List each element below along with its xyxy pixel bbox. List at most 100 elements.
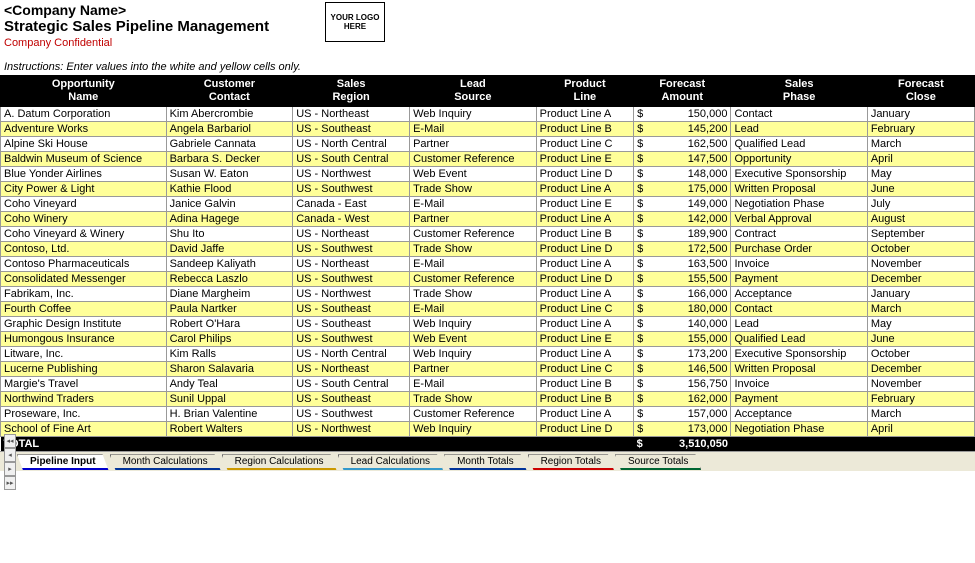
- cell[interactable]: Product Line A: [536, 257, 633, 272]
- cell[interactable]: Web Event: [410, 332, 537, 347]
- tab-nav-button[interactable]: ◂: [4, 448, 16, 462]
- table-row[interactable]: Consolidated MessengerRebecca LaszloUS -…: [1, 272, 975, 287]
- column-header[interactable]: ForecastAmount: [634, 76, 731, 107]
- sheet-tab[interactable]: Lead Calculations: [338, 454, 444, 470]
- cell[interactable]: Adina Hagege: [166, 212, 293, 227]
- table-row[interactable]: City Power & LightKathie FloodUS - South…: [1, 182, 975, 197]
- cell[interactable]: Payment: [731, 272, 867, 287]
- cell[interactable]: Customer Reference: [410, 227, 537, 242]
- table-row[interactable]: Baldwin Museum of ScienceBarbara S. Deck…: [1, 152, 975, 167]
- cell[interactable]: $180,000: [634, 302, 731, 317]
- table-row[interactable]: Lucerne PublishingSharon SalavariaUS - N…: [1, 362, 975, 377]
- cell[interactable]: US - Southeast: [293, 302, 410, 317]
- cell[interactable]: $148,000: [634, 167, 731, 182]
- cell[interactable]: Verbal Approval: [731, 212, 867, 227]
- cell[interactable]: May: [867, 317, 974, 332]
- cell[interactable]: Canada - East: [293, 197, 410, 212]
- cell[interactable]: H. Brian Valentine: [166, 407, 293, 422]
- cell[interactable]: $173,200: [634, 347, 731, 362]
- cell[interactable]: September: [867, 227, 974, 242]
- cell[interactable]: Graphic Design Institute: [1, 317, 167, 332]
- table-row[interactable]: Coho VineyardJanice GalvinCanada - EastE…: [1, 197, 975, 212]
- cell[interactable]: Paula Nartker: [166, 302, 293, 317]
- cell[interactable]: June: [867, 332, 974, 347]
- cell[interactable]: US - Southwest: [293, 182, 410, 197]
- cell[interactable]: December: [867, 272, 974, 287]
- table-row[interactable]: Alpine Ski HouseGabriele CannataUS - Nor…: [1, 137, 975, 152]
- cell[interactable]: November: [867, 377, 974, 392]
- cell[interactable]: US - Northwest: [293, 167, 410, 182]
- cell[interactable]: US - Southeast: [293, 317, 410, 332]
- cell[interactable]: Product Line A: [536, 212, 633, 227]
- table-row[interactable]: Fabrikam, Inc.Diane MargheimUS - Northwe…: [1, 287, 975, 302]
- cell[interactable]: Negotiation Phase: [731, 422, 867, 437]
- sheet-tab[interactable]: Source Totals: [615, 454, 701, 470]
- cell[interactable]: A. Datum Corporation: [1, 107, 167, 122]
- cell[interactable]: Product Line B: [536, 122, 633, 137]
- table-row[interactable]: Contoso PharmaceuticalsSandeep KaliyathU…: [1, 257, 975, 272]
- cell[interactable]: $163,500: [634, 257, 731, 272]
- cell[interactable]: March: [867, 407, 974, 422]
- table-row[interactable]: Coho WineryAdina HagegeCanada - WestPart…: [1, 212, 975, 227]
- cell[interactable]: Product Line A: [536, 287, 633, 302]
- cell[interactable]: Diane Margheim: [166, 287, 293, 302]
- cell[interactable]: Web Inquiry: [410, 347, 537, 362]
- table-row[interactable]: Graphic Design InstituteRobert O'HaraUS …: [1, 317, 975, 332]
- cell[interactable]: US - Northeast: [293, 227, 410, 242]
- cell[interactable]: Coho Winery: [1, 212, 167, 227]
- cell[interactable]: Product Line E: [536, 152, 633, 167]
- tab-nav-button[interactable]: ▸: [4, 462, 16, 476]
- tab-nav-button[interactable]: ▸▸: [4, 476, 16, 490]
- cell[interactable]: Gabriele Cannata: [166, 137, 293, 152]
- cell[interactable]: Trade Show: [410, 392, 537, 407]
- table-row[interactable]: A. Datum CorporationKim AbercrombieUS - …: [1, 107, 975, 122]
- cell[interactable]: US - Southwest: [293, 272, 410, 287]
- cell[interactable]: Qualified Lead: [731, 137, 867, 152]
- cell[interactable]: Alpine Ski House: [1, 137, 167, 152]
- cell[interactable]: US - Northeast: [293, 257, 410, 272]
- cell[interactable]: Acceptance: [731, 407, 867, 422]
- cell[interactable]: US - Southwest: [293, 332, 410, 347]
- table-row[interactable]: Blue Yonder AirlinesSusan W. EatonUS - N…: [1, 167, 975, 182]
- cell[interactable]: Contoso, Ltd.: [1, 242, 167, 257]
- sheet-tab[interactable]: Month Totals: [444, 454, 527, 470]
- table-row[interactable]: Adventure WorksAngela BarbariolUS - Sout…: [1, 122, 975, 137]
- cell[interactable]: Partner: [410, 212, 537, 227]
- cell[interactable]: $162,500: [634, 137, 731, 152]
- cell[interactable]: Product Line D: [536, 242, 633, 257]
- cell[interactable]: Web Inquiry: [410, 107, 537, 122]
- cell[interactable]: Robert Walters: [166, 422, 293, 437]
- cell[interactable]: Lead: [731, 122, 867, 137]
- cell[interactable]: Product Line B: [536, 377, 633, 392]
- cell[interactable]: US - North Central: [293, 347, 410, 362]
- cell[interactable]: Lead: [731, 317, 867, 332]
- column-header[interactable]: SalesRegion: [293, 76, 410, 107]
- cell[interactable]: US - Northeast: [293, 362, 410, 377]
- cell[interactable]: July: [867, 197, 974, 212]
- cell[interactable]: Web Event: [410, 167, 537, 182]
- cell[interactable]: Sandeep Kaliyath: [166, 257, 293, 272]
- cell[interactable]: Fourth Coffee: [1, 302, 167, 317]
- cell[interactable]: Contract: [731, 227, 867, 242]
- cell[interactable]: February: [867, 392, 974, 407]
- cell[interactable]: US - Southwest: [293, 242, 410, 257]
- cell[interactable]: US - Northwest: [293, 422, 410, 437]
- cell[interactable]: October: [867, 242, 974, 257]
- cell[interactable]: Contoso Pharmaceuticals: [1, 257, 167, 272]
- cell[interactable]: Product Line E: [536, 197, 633, 212]
- sheet-tab[interactable]: Pipeline Input: [17, 454, 109, 470]
- table-row[interactable]: Litware, Inc.Kim RallsUS - North Central…: [1, 347, 975, 362]
- cell[interactable]: Partner: [410, 362, 537, 377]
- cell[interactable]: $149,000: [634, 197, 731, 212]
- cell[interactable]: Product Line C: [536, 362, 633, 377]
- cell[interactable]: US - Southwest: [293, 407, 410, 422]
- cell[interactable]: Angela Barbariol: [166, 122, 293, 137]
- cell[interactable]: $150,000: [634, 107, 731, 122]
- cell[interactable]: Product Line C: [536, 302, 633, 317]
- cell[interactable]: Lucerne Publishing: [1, 362, 167, 377]
- cell[interactable]: Northwind Traders: [1, 392, 167, 407]
- cell[interactable]: Trade Show: [410, 242, 537, 257]
- table-row[interactable]: Margie's TravelAndy TealUS - South Centr…: [1, 377, 975, 392]
- sheet-tab[interactable]: Region Calculations: [222, 454, 337, 470]
- column-header[interactable]: SalesPhase: [731, 76, 867, 107]
